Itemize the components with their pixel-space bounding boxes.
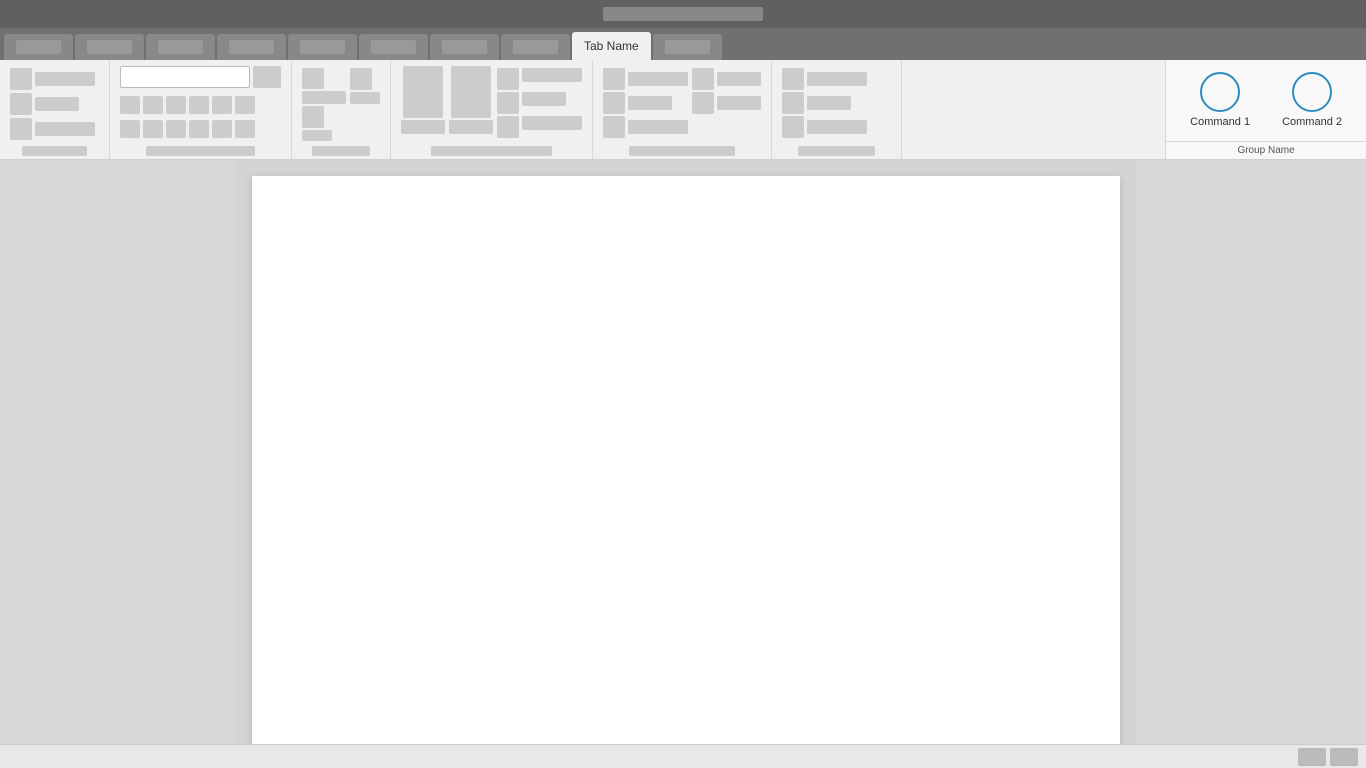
ribbon-ph-3: [35, 122, 95, 136]
ribbon-section-3: [292, 60, 391, 159]
format-btn-2[interactable]: [143, 96, 163, 114]
sec3-ph-3: [350, 92, 380, 104]
left-sidebar: [0, 160, 236, 744]
sec5-icon-4: [692, 68, 714, 90]
ribbon-btn-1[interactable]: [253, 66, 281, 88]
sec6-icon-1: [782, 68, 804, 90]
sec3-ph-1: [302, 91, 346, 104]
ribbon-section-6: [772, 60, 902, 159]
tab-6[interactable]: [359, 34, 428, 60]
ribbon-input[interactable]: [120, 66, 250, 88]
tab-10[interactable]: [653, 34, 722, 60]
status-bar: [0, 744, 1366, 768]
command-2-icon: [1292, 72, 1332, 112]
ribbon-section-4: [391, 60, 593, 159]
sec4-icon-3: [497, 116, 519, 138]
sec3-ph-2: [302, 130, 332, 141]
format-btn-1[interactable]: [120, 96, 140, 114]
command-2-button[interactable]: Command 2: [1266, 68, 1358, 132]
tab-8[interactable]: [501, 34, 570, 60]
tab-name[interactable]: Tab Name: [572, 32, 651, 60]
sec5-ph-2: [628, 96, 672, 110]
section-5-label: [629, 146, 736, 156]
format-btn-11[interactable]: [212, 120, 232, 138]
sec4-ph-2: [522, 92, 566, 106]
format-btn-6[interactable]: [235, 96, 255, 114]
right-sidebar: [1136, 160, 1366, 744]
sec4-ph-1: [522, 68, 582, 82]
sec5-ph-3: [628, 120, 688, 134]
format-btn-10[interactable]: [189, 120, 209, 138]
ribbon-section-1: [0, 60, 110, 159]
sec5-icon-5: [692, 92, 714, 114]
format-btn-12[interactable]: [235, 120, 255, 138]
ribbon: Command 1 Command 2 Group Name: [0, 60, 1366, 160]
sec3-icon-2: [302, 106, 324, 127]
tab-4[interactable]: [217, 34, 286, 60]
sec4-icon-1: [497, 68, 519, 90]
sec5-icon-1: [603, 68, 625, 90]
tab-3[interactable]: [146, 34, 215, 60]
command-1-icon: [1200, 72, 1240, 112]
sec4-large-icon-2: [451, 66, 491, 118]
format-btn-3[interactable]: [166, 96, 186, 114]
ribbon-command-group: Command 1 Command 2 Group Name: [1165, 60, 1366, 159]
sec3-icon-3: [350, 68, 372, 90]
ribbon-sections: [0, 60, 1165, 159]
command-1-label: Command 1: [1190, 116, 1250, 128]
format-btn-5[interactable]: [212, 96, 232, 114]
sec6-icon-2: [782, 92, 804, 114]
tab-bar: Tab Name: [0, 28, 1366, 60]
section-6-label: [798, 146, 875, 156]
sec6-ph-2: [807, 96, 851, 110]
command-2-label: Command 2: [1282, 116, 1342, 128]
title-bar: [0, 0, 1366, 28]
format-btn-7[interactable]: [120, 120, 140, 138]
command-buttons: Command 1 Command 2: [1166, 68, 1366, 132]
ribbon-icon-3: [10, 118, 32, 140]
section-3-label: [312, 146, 371, 156]
ribbon-ph-1: [35, 72, 95, 86]
sec3-icon-1: [302, 68, 324, 89]
ribbon-icon-2: [10, 93, 32, 115]
section-1-label: [22, 146, 87, 156]
title-bar-text: [603, 7, 763, 21]
ribbon-icon-1: [10, 68, 32, 90]
tab-2[interactable]: [75, 34, 144, 60]
sec5-icon-2: [603, 92, 625, 114]
ribbon-section-2: [110, 60, 292, 159]
sec5-ph-5: [717, 96, 761, 110]
sec4-label-1: [401, 120, 445, 134]
command-1-button[interactable]: Command 1: [1174, 68, 1266, 132]
sec5-ph-4: [717, 72, 761, 86]
sec6-ph-1: [807, 72, 867, 86]
sec4-large-icon-1: [403, 66, 443, 118]
format-btn-8[interactable]: [143, 120, 163, 138]
document-page: [252, 176, 1120, 744]
section-2-label: [146, 146, 255, 156]
document-area[interactable]: [236, 160, 1136, 744]
ribbon-section-5: [593, 60, 772, 159]
sec4-icon-2: [497, 92, 519, 114]
status-btn-2[interactable]: [1330, 748, 1358, 766]
sec5-ph-1: [628, 72, 688, 86]
tab-7[interactable]: [430, 34, 499, 60]
sec6-ph-3: [807, 120, 867, 134]
sec4-label-2: [449, 120, 493, 134]
ribbon-ph-2: [35, 97, 79, 111]
format-btn-9[interactable]: [166, 120, 186, 138]
group-name: Group Name: [1166, 141, 1366, 159]
sec5-icon-3: [603, 116, 625, 138]
main-area: [0, 160, 1366, 744]
tab-5[interactable]: [288, 34, 357, 60]
sec4-ph-3: [522, 116, 582, 130]
section-4-label: [431, 146, 552, 156]
tab-1[interactable]: [4, 34, 73, 60]
format-btn-4[interactable]: [189, 96, 209, 114]
sec6-icon-3: [782, 116, 804, 138]
status-btn-1[interactable]: [1298, 748, 1326, 766]
